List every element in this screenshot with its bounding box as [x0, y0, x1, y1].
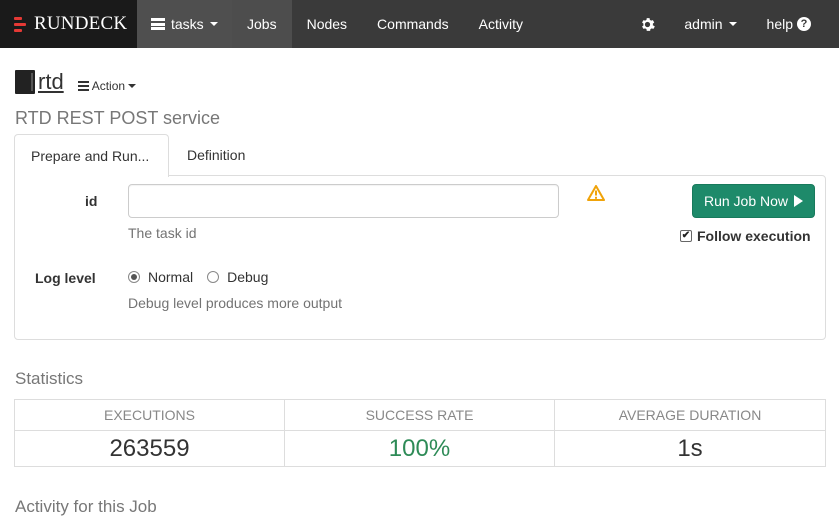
tasks-icon — [151, 18, 165, 30]
tasks-menu[interactable]: tasks — [137, 0, 232, 48]
nav-activity[interactable]: Activity — [464, 0, 538, 48]
id-label: id — [85, 193, 98, 209]
nav-jobs[interactable]: Jobs — [232, 0, 292, 48]
loglevel-label: Log level — [35, 270, 96, 286]
warning-icon — [587, 185, 605, 201]
loglevel-debug-label[interactable]: Debug — [227, 269, 268, 285]
user-label: admin — [684, 16, 723, 32]
nav-commands[interactable]: Commands — [362, 0, 464, 48]
tasks-label: tasks — [171, 16, 204, 32]
statistics-heading: Statistics — [15, 369, 84, 388]
run-job-now-button[interactable]: Run Job Now — [692, 184, 815, 218]
question-icon: ? — [797, 17, 811, 31]
job-title-row: rtd Action — [15, 70, 137, 94]
follow-execution-label: Follow execution — [697, 228, 811, 244]
run-job-now-label: Run Job Now — [703, 193, 789, 209]
statistics-table: EXECUTIONS SUCCESS RATE AVERAGE DURATION… — [14, 399, 826, 467]
activity-heading: Activity for this Job — [15, 497, 157, 516]
chevron-down-icon — [209, 22, 218, 26]
job-name-link[interactable]: rtd — [38, 70, 64, 94]
loglevel-normal-label[interactable]: Normal — [148, 269, 193, 285]
stat-header-average-duration: AVERAGE DURATION — [555, 400, 825, 431]
top-navbar: RUNDECK tasks Jobs Nodes Commands Activi… — [0, 0, 839, 48]
settings-button[interactable] — [626, 0, 669, 48]
brand-name: RUNDECK — [34, 13, 128, 34]
loglevel-debug-radio[interactable] — [207, 271, 220, 283]
gear-icon — [642, 17, 656, 31]
chevron-down-icon — [728, 22, 737, 26]
tab-definition[interactable]: Definition — [169, 134, 261, 176]
id-input[interactable] — [128, 184, 559, 218]
job-tabs: Prepare and Run... Definition — [14, 134, 261, 177]
user-menu[interactable]: admin — [669, 0, 751, 48]
help-menu[interactable]: help ? — [752, 0, 839, 48]
stat-value-average-duration: 1s — [677, 435, 703, 462]
loglevel-help-text: Debug level produces more output — [128, 295, 343, 311]
action-menu[interactable]: Action — [77, 79, 137, 93]
play-icon — [794, 195, 804, 207]
list-icon — [77, 81, 89, 91]
book-icon — [15, 70, 35, 94]
follow-execution-checkbox[interactable]: ✔ — [680, 230, 692, 242]
id-help-text: The task id — [128, 225, 197, 241]
rundeck-logo-icon — [14, 16, 26, 32]
help-label: help — [766, 16, 793, 32]
stat-header-executions: EXECUTIONS — [15, 400, 285, 431]
nav-nodes[interactable]: Nodes — [292, 0, 362, 48]
job-description: RTD REST POST service — [15, 108, 221, 128]
stat-value-success-rate: 100% — [285, 431, 555, 467]
loglevel-radio-group: Normal Debug — [128, 269, 282, 285]
stat-value-executions: 263559 — [15, 431, 285, 467]
tab-prepare-run[interactable]: Prepare and Run... — [14, 134, 169, 177]
chevron-down-icon — [128, 84, 137, 88]
brand-logo[interactable]: RUNDECK — [0, 0, 137, 48]
follow-execution-option[interactable]: ✔ Follow execution — [680, 228, 811, 244]
stat-header-success-rate: SUCCESS RATE — [285, 400, 555, 431]
action-label: Action — [91, 79, 126, 93]
loglevel-normal-radio[interactable] — [128, 271, 140, 283]
